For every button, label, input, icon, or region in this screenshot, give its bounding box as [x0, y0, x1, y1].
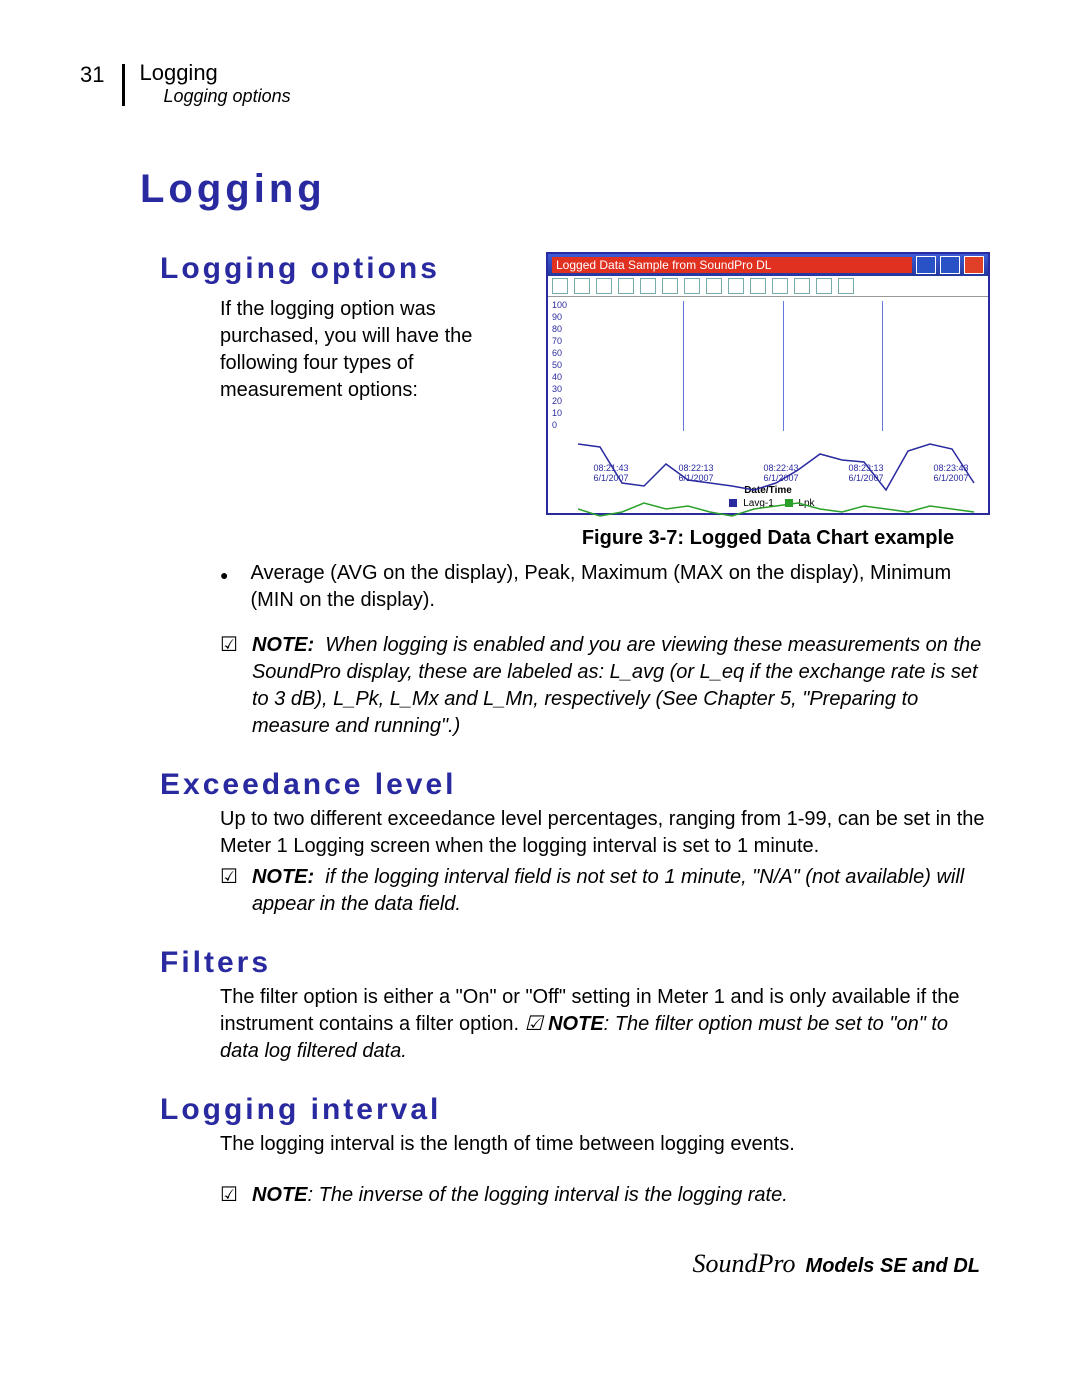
chart-icon[interactable]	[706, 278, 722, 294]
logging-interval-body: The logging interval is the length of ti…	[220, 1131, 990, 1158]
minimize-icon[interactable]	[916, 256, 936, 274]
chart-x-axis-title: Date/Time	[548, 485, 988, 496]
footer-brand: SoundPro	[692, 1249, 795, 1279]
settings-icon[interactable]	[838, 278, 854, 294]
logged-data-chart: Logged Data Sample from SoundPro DL	[546, 252, 990, 515]
note-exceedance: ☑ NOTE: if the logging interval field is…	[220, 864, 990, 918]
table-icon[interactable]	[794, 278, 810, 294]
page-footer: SoundPro Models SE and DL	[80, 1249, 990, 1279]
heading-logging-interval: Logging interval	[160, 1093, 990, 1127]
checkbox-icon: ☑	[220, 864, 238, 918]
export-icon[interactable]	[816, 278, 832, 294]
legend-label-lpk: Lpk	[798, 498, 814, 509]
chart-grid	[584, 301, 982, 431]
header-subtitle: Logging options	[163, 86, 290, 107]
heading-exceedance-level: Exceedance level	[160, 768, 990, 802]
page-header: 31 Logging Logging options	[80, 60, 990, 107]
heading-filters: Filters	[160, 946, 990, 980]
figure-caption: Figure 3-7: Logged Data Chart example	[546, 527, 990, 550]
maximize-icon[interactable]	[940, 256, 960, 274]
pointer-icon[interactable]	[596, 278, 612, 294]
pan-icon[interactable]	[618, 278, 634, 294]
pan2-icon[interactable]	[640, 278, 656, 294]
refresh-icon[interactable]	[772, 278, 788, 294]
legend-label-lavg: Lavg-1	[743, 498, 774, 509]
footer-models: Models SE and DL	[806, 1255, 980, 1278]
chart-window-title: Logged Data Sample from SoundPro DL	[552, 257, 912, 273]
main-heading: Logging	[140, 167, 990, 212]
logging-options-body: If the logging option was purchased, you…	[220, 296, 520, 404]
zoom-icon[interactable]	[684, 278, 700, 294]
legend-swatch-lavg	[729, 499, 737, 507]
chart-y-axis-labels: 100 90 80 70 60 50 40 30 20 10 0	[552, 299, 567, 431]
header-title: Logging	[139, 60, 290, 86]
chart2-icon[interactable]	[728, 278, 744, 294]
doc-icon[interactable]	[750, 278, 766, 294]
chart-titlebar: Logged Data Sample from SoundPro DL	[548, 254, 988, 276]
checkbox-icon: ☑	[220, 1182, 238, 1209]
page-number: 31	[80, 62, 104, 88]
edit-icon[interactable]	[662, 278, 678, 294]
save-icon[interactable]	[552, 278, 568, 294]
checkbox-icon: ☑	[220, 632, 238, 740]
close-icon[interactable]	[964, 256, 984, 274]
legend-swatch-lpk	[785, 499, 793, 507]
bullet-icon: ●	[220, 566, 228, 614]
exceedance-body: Up to two different exceedance level per…	[220, 806, 990, 860]
heading-logging-options: Logging options	[160, 252, 526, 286]
note-logging-interval: ☑ NOTE: The inverse of the logging inter…	[220, 1182, 990, 1209]
chart-x-axis-labels: 08:21:43 6/1/2007 08:22:13 6/1/2007 08:2…	[548, 461, 988, 483]
bullet-avg-peak-max-min: ● Average (AVG on the display), Peak, Ma…	[220, 560, 990, 614]
header-divider	[122, 64, 125, 106]
note-logging-labels: ☑ NOTE: When logging is enabled and you …	[220, 632, 990, 740]
copy-icon[interactable]	[574, 278, 590, 294]
chart-legend: Lavg-1 Lpk	[548, 496, 988, 513]
chart-toolbar	[548, 276, 988, 297]
